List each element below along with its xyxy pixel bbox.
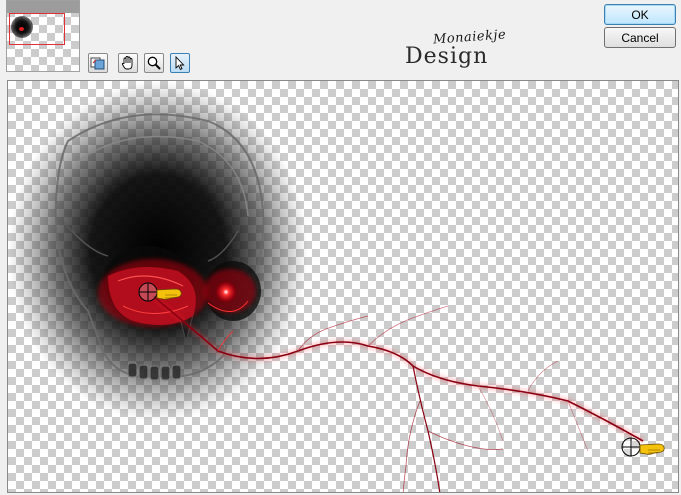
right-eye-glow	[204, 269, 256, 313]
navigator-viewport-rect[interactable]	[9, 13, 65, 45]
brand-logo: Monaiekje Design	[405, 24, 515, 74]
toggle-preview-icon	[90, 57, 105, 70]
logo-main-text: Design	[405, 44, 489, 69]
thumbnail-top-strip	[7, 1, 79, 13]
cancel-button[interactable]: Cancel	[604, 27, 676, 48]
toggle-preview-button[interactable]	[88, 53, 108, 73]
preview-artwork	[8, 81, 665, 492]
ok-button[interactable]: OK	[604, 4, 676, 25]
navigator-thumbnail[interactable]	[6, 0, 80, 72]
pointing-hand-icon	[639, 443, 665, 455]
pan-tool-button[interactable]	[118, 53, 138, 73]
zoom-magnifier-icon	[147, 56, 161, 70]
preview-canvas[interactable]	[7, 80, 679, 493]
arrow-pointer-icon	[175, 55, 185, 70]
zoom-tool-button[interactable]	[144, 53, 164, 73]
pointer-tool-button[interactable]	[170, 53, 190, 73]
hand-pan-icon	[121, 56, 133, 70]
